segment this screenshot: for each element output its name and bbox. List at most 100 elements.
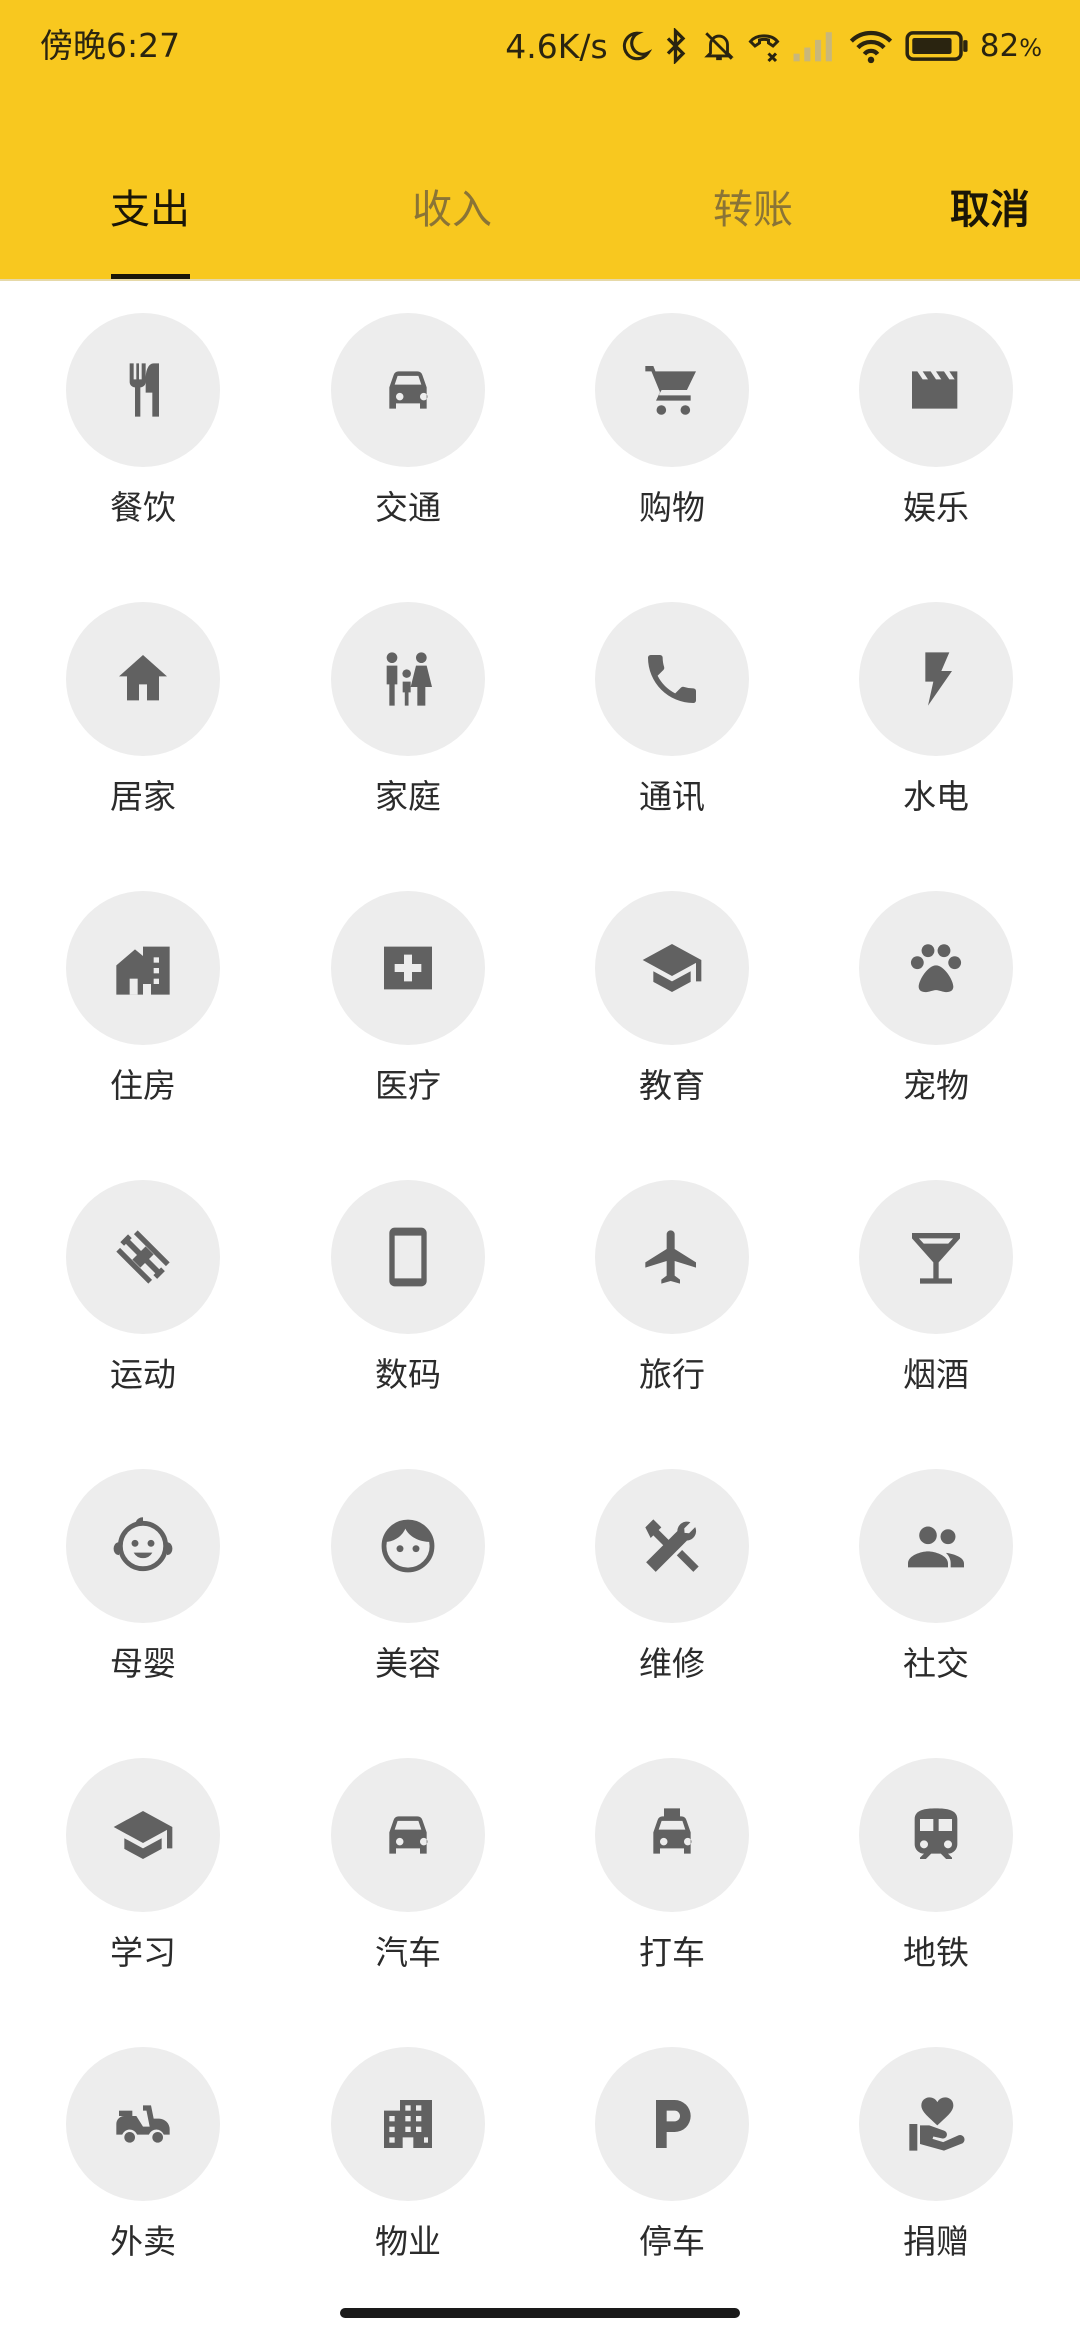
donate-icon-glyph (909, 2097, 965, 2151)
category-label: 娱乐 (903, 488, 969, 527)
category-item[interactable]: 学习 (43, 1726, 243, 1972)
donate-icon (859, 2047, 1013, 2201)
category-label: 母婴 (110, 1644, 176, 1683)
category-item[interactable]: 美容 (308, 1437, 508, 1683)
category-label: 数码 (375, 1355, 441, 1394)
moon-icon (618, 29, 652, 63)
school-icon (66, 1758, 220, 1912)
category-item[interactable]: 居家 (43, 570, 243, 816)
battery-icon (904, 30, 970, 62)
cocktail-icon (859, 1180, 1013, 1334)
category-label: 社交 (903, 1644, 969, 1683)
category-label: 外卖 (110, 2222, 176, 2261)
battery-percent-value: 82 (979, 28, 1020, 64)
category-item[interactable]: 维修 (572, 1437, 772, 1683)
restaurant-icon-glyph (129, 363, 159, 417)
category-item[interactable]: 外卖 (43, 2015, 243, 2261)
category-label: 物业 (375, 2222, 441, 2261)
family-icon (331, 602, 485, 756)
category-item[interactable]: 教育 (572, 859, 772, 1105)
category-item[interactable]: 住房 (43, 859, 243, 1105)
category-item[interactable]: 烟酒 (836, 1148, 1036, 1394)
battery-percent-suffix: % (1019, 34, 1042, 62)
category-item[interactable]: 地铁 (836, 1726, 1036, 1972)
tab-income[interactable]: 收入 (362, 180, 542, 279)
medical-icon-glyph (384, 946, 432, 990)
category-label: 住房 (110, 1066, 176, 1105)
airplane-icon (595, 1180, 749, 1334)
category-label: 餐饮 (110, 488, 176, 527)
house-icon (66, 891, 220, 1045)
category-label: 水电 (903, 777, 969, 816)
parking-icon (595, 2047, 749, 2201)
category-item[interactable]: 母婴 (43, 1437, 243, 1683)
category-item[interactable]: 宠物 (836, 859, 1036, 1105)
scooter-icon-glyph (116, 2105, 170, 2143)
subway-icon (859, 1758, 1013, 1912)
category-label: 烟酒 (903, 1355, 969, 1394)
building-icon-glyph (384, 2100, 432, 2148)
category-item[interactable]: 娱乐 (836, 281, 1036, 527)
status-time: 傍晚6:27 (40, 26, 181, 65)
category-label: 汽车 (375, 1933, 441, 1972)
category-label: 运动 (110, 1355, 176, 1394)
car-icon (331, 313, 485, 467)
category-item[interactable]: 数码 (308, 1148, 508, 1394)
people-icon (859, 1469, 1013, 1623)
category-label: 打车 (639, 1933, 705, 1972)
smartphone-icon (331, 1180, 485, 1334)
school-icon (595, 891, 749, 1045)
dumbbell-icon (66, 1180, 220, 1334)
category-item[interactable]: 水电 (836, 570, 1036, 816)
taxi-icon-glyph (653, 1808, 692, 1854)
category-item[interactable]: 物业 (308, 2015, 508, 2261)
car-icon-glyph (389, 1816, 428, 1854)
mute-icon (702, 28, 736, 64)
category-item[interactable]: 停车 (572, 2015, 772, 2261)
repair-icon-glyph (645, 1519, 699, 1572)
family-icon-glyph (386, 652, 432, 706)
school-icon-glyph (113, 1811, 173, 1859)
paw-icon-glyph (910, 944, 962, 993)
phone-icon (595, 602, 749, 756)
category-item[interactable]: 餐饮 (43, 281, 243, 527)
tab-expense[interactable]: 支出 (60, 180, 240, 279)
taxi-icon (595, 1758, 749, 1912)
signal-icon (792, 29, 838, 63)
category-item[interactable]: 运动 (43, 1148, 243, 1394)
paw-icon (859, 891, 1013, 1045)
cocktail-icon-glyph (912, 1233, 960, 1284)
category-item[interactable]: 社交 (836, 1437, 1036, 1683)
category-label: 宠物 (903, 1066, 969, 1105)
tab-transfer[interactable]: 转账 (663, 180, 843, 279)
cancel-button[interactable]: 取消 (930, 180, 1050, 279)
category-grid: 餐饮 交通 购物 娱乐居家 家庭 通讯 水电住房 医疗 教育 宠物运动 数码 旅行 烟酒母婴 美容 维修 社交… (0, 281, 1080, 2281)
category-item[interactable]: 打车 (572, 1726, 772, 1972)
people-icon-glyph (908, 1526, 964, 1568)
baby-icon (66, 1469, 220, 1623)
category-item[interactable]: 交通 (308, 281, 508, 527)
category-item[interactable]: 捐赠 (836, 2015, 1036, 2261)
school-icon-glyph (642, 944, 702, 992)
home-indicator[interactable] (340, 2308, 740, 2318)
bolt-icon-glyph (925, 652, 952, 706)
parking-icon-glyph (656, 2100, 691, 2148)
face-icon-glyph (381, 1519, 435, 1573)
category-item[interactable]: 家庭 (308, 570, 508, 816)
face-icon (331, 1469, 485, 1623)
category-item[interactable]: 医疗 (308, 859, 508, 1105)
category-item[interactable]: 通讯 (572, 570, 772, 816)
category-label: 地铁 (903, 1933, 969, 1972)
status-bar: 傍晚6:27 4.6K/s 82% (0, 0, 1080, 92)
category-item[interactable]: 购物 (572, 281, 772, 527)
category-item[interactable]: 旅行 (572, 1148, 772, 1394)
medical-icon (331, 891, 485, 1045)
bolt-icon (859, 602, 1013, 756)
wifi-icon (848, 28, 894, 64)
scooter-icon (66, 2047, 220, 2201)
category-item[interactable]: 汽车 (308, 1726, 508, 1972)
smartphone-icon-glyph (389, 1227, 427, 1287)
baby-icon-glyph (113, 1517, 173, 1572)
category-label: 教育 (639, 1066, 705, 1105)
car-icon (331, 1758, 485, 1912)
